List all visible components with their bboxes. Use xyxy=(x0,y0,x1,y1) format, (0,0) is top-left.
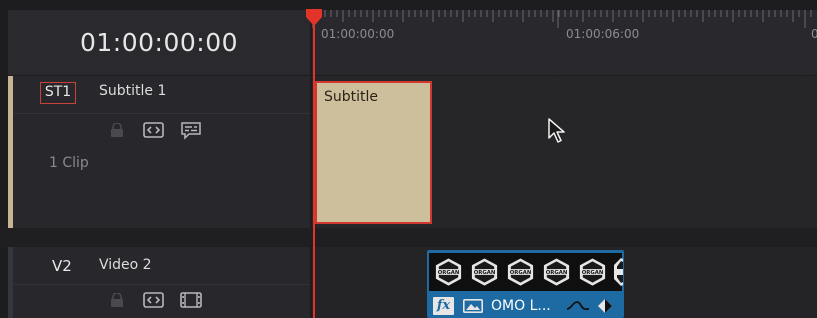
ruler-ticks xyxy=(312,10,812,28)
organ-logo-thumbnail: ORGAN xyxy=(435,258,462,286)
video-track-lane[interactable]: ORGAN ORGAN ORGAN ORGAN ORGAN fx OMO L..… xyxy=(312,247,817,318)
divider xyxy=(13,113,310,114)
clip-info-bar: fx OMO L... xyxy=(429,295,622,317)
track-id-badge[interactable]: V2 xyxy=(52,257,72,275)
auto-select-icon[interactable] xyxy=(143,292,164,308)
video-track-header[interactable]: V2 Video 2 xyxy=(8,247,310,318)
timecode-display[interactable]: 01:00:00:00 xyxy=(8,10,310,75)
track-separator xyxy=(0,228,817,247)
image-icon xyxy=(463,299,483,313)
thumbnail-text: ORGAN xyxy=(438,270,460,276)
divider xyxy=(13,284,310,285)
subtitle-clip-label: Subtitle xyxy=(324,89,379,105)
ruler-label-6s: 01:00:06:00 xyxy=(566,27,640,41)
thumbnail-text: ORGAN xyxy=(510,270,532,276)
organ-logo-thumbnail: ORGAN xyxy=(543,258,570,286)
track-color-strip xyxy=(8,76,13,228)
track-name[interactable]: Subtitle 1 xyxy=(99,83,166,99)
timeline-ruler[interactable]: 01:00:00:00 01:00:06:00 0 xyxy=(312,10,817,75)
keyframe-icon[interactable] xyxy=(597,298,613,314)
ruler-label-12s: 0 xyxy=(811,27,817,41)
timecode-panel: 01:00:00:00 xyxy=(8,10,310,75)
mouse-cursor-icon xyxy=(548,118,565,143)
thumbnail-text: ORGAN xyxy=(546,270,568,276)
subtitle-captions-icon[interactable] xyxy=(180,122,202,140)
lock-icon[interactable] xyxy=(110,293,124,307)
clip-name: OMO L... xyxy=(491,298,551,314)
playhead-handle[interactable] xyxy=(304,8,324,28)
organ-logo-thumbnail: ORGAN xyxy=(507,258,534,286)
subtitle-track-lane[interactable]: Subtitle xyxy=(312,76,817,228)
clip-count: 1 Clip xyxy=(49,155,89,171)
organ-logo-thumbnail: ORGAN xyxy=(579,258,606,286)
organ-logo-thumbnail-partial xyxy=(614,258,623,286)
auto-select-icon[interactable] xyxy=(143,122,164,138)
track-name[interactable]: Video 2 xyxy=(99,257,152,273)
lock-icon[interactable] xyxy=(110,123,124,137)
organ-logo-thumbnail: ORGAN xyxy=(471,258,498,286)
subtitle-clip[interactable]: Subtitle xyxy=(315,81,432,224)
curve-icon[interactable] xyxy=(566,300,590,312)
video-clip[interactable]: ORGAN ORGAN ORGAN ORGAN ORGAN fx OMO L..… xyxy=(427,250,624,318)
playhead-line[interactable] xyxy=(313,10,315,318)
fx-icon[interactable]: fx xyxy=(433,297,454,315)
ruler-label-start: 01:00:00:00 xyxy=(321,27,395,41)
thumbnail-text: ORGAN xyxy=(582,270,604,276)
clip-thumbnail-strip: ORGAN ORGAN ORGAN ORGAN ORGAN xyxy=(429,253,623,291)
thumbnail-text: ORGAN xyxy=(474,270,496,276)
film-strip-icon[interactable] xyxy=(180,292,202,308)
subtitle-track-header[interactable]: ST1 Subtitle 1 1 Clip xyxy=(8,76,310,228)
track-id-badge[interactable]: ST1 xyxy=(40,82,76,104)
track-color-strip xyxy=(8,247,13,318)
